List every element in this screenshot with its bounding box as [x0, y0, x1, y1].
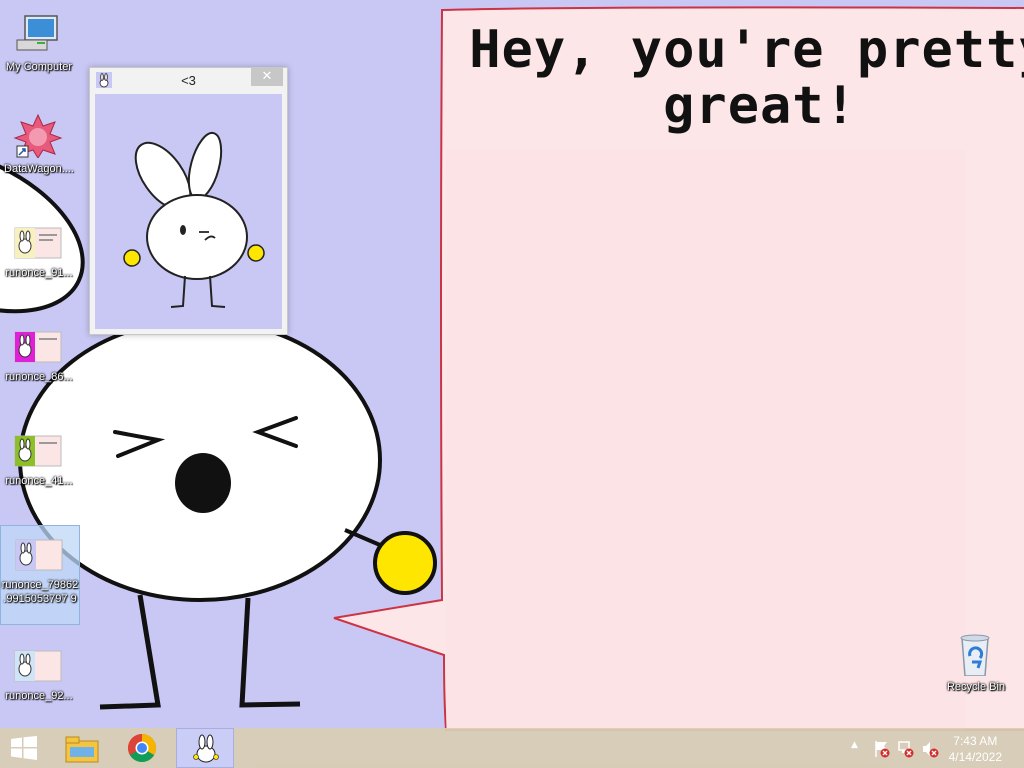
runonce-image-icon — [14, 331, 62, 363]
action-center-flag-icon[interactable] — [873, 740, 891, 758]
start-button[interactable] — [0, 728, 52, 768]
desktop-icon-runonce-41[interactable]: runonce_41... — [0, 422, 78, 492]
taskbar-chrome[interactable] — [116, 728, 168, 768]
desktop-icon-recycle-bin[interactable]: Recycle Bin — [937, 628, 1015, 698]
desktop-icon-runonce-79862[interactable]: runonce_79862.9915053797 9 — [0, 525, 80, 625]
computer-icon — [16, 15, 58, 51]
desktop-icon-runonce-86[interactable]: runonce_86... — [0, 318, 78, 388]
desktop-icon-label: runonce_86... — [5, 371, 73, 383]
recycle-bin-icon — [960, 634, 990, 676]
popup-window: <3 ✕ — [89, 67, 288, 335]
close-button[interactable]: ✕ — [251, 68, 283, 86]
system-clock[interactable]: 7:43 AM 4/14/2022 — [949, 733, 1002, 765]
window-content — [95, 94, 282, 329]
speech-bubble-text: Hey, you're pretty great! — [450, 22, 1024, 134]
volume-muted-icon[interactable] — [921, 740, 939, 758]
windows-logo-icon — [11, 736, 37, 760]
desktop-icon-runonce-92[interactable]: runonce_92... — [0, 637, 78, 707]
runonce-image-icon — [14, 435, 62, 467]
bunny-illustration — [123, 131, 265, 308]
desktop-icon-label: My Computer — [5, 61, 73, 73]
runonce-image-icon — [15, 539, 63, 571]
clock-date: 4/14/2022 — [948, 750, 1002, 764]
chrome-icon — [128, 734, 156, 762]
runonce-image-icon — [14, 227, 62, 259]
network-icon[interactable] — [897, 740, 915, 758]
speech-line-1: Hey, you're pretty — [469, 20, 1024, 80]
runonce-image-icon — [14, 650, 62, 682]
clock-time: 7:43 AM — [953, 734, 998, 748]
desktop-icon-label: runonce_92... — [5, 690, 73, 702]
taskbar-file-explorer[interactable] — [56, 728, 108, 768]
desktop-icon-label: runonce_41... — [5, 475, 73, 487]
desktop-icon-my-computer[interactable]: My Computer — [0, 8, 78, 78]
datawagon-shortcut-icon — [13, 114, 63, 158]
speech-line-2: great! — [663, 76, 857, 136]
desktop-icon-label: DataWagon.... — [4, 163, 74, 175]
bunny-app-icon — [193, 734, 219, 763]
taskbar: ▲ 7:43 AM 4/14/2022 — [0, 728, 1024, 768]
show-hidden-icons-button[interactable]: ▲ — [851, 740, 858, 750]
desktop-icon-label: runonce_91... — [5, 267, 73, 279]
folder-icon — [65, 736, 99, 763]
window-titlebar[interactable]: <3 ✕ — [90, 68, 287, 94]
desktop-icon-datawagon[interactable]: DataWagon.... — [0, 110, 78, 180]
desktop-icon-label: runonce_79862.9915053797 9 — [1, 579, 79, 605]
desktop-icon-runonce-91[interactable]: runonce_91... — [0, 214, 78, 284]
taskbar-bunny-app[interactable] — [176, 728, 234, 768]
desktop-icon-label: Recycle Bin — [946, 681, 1006, 693]
